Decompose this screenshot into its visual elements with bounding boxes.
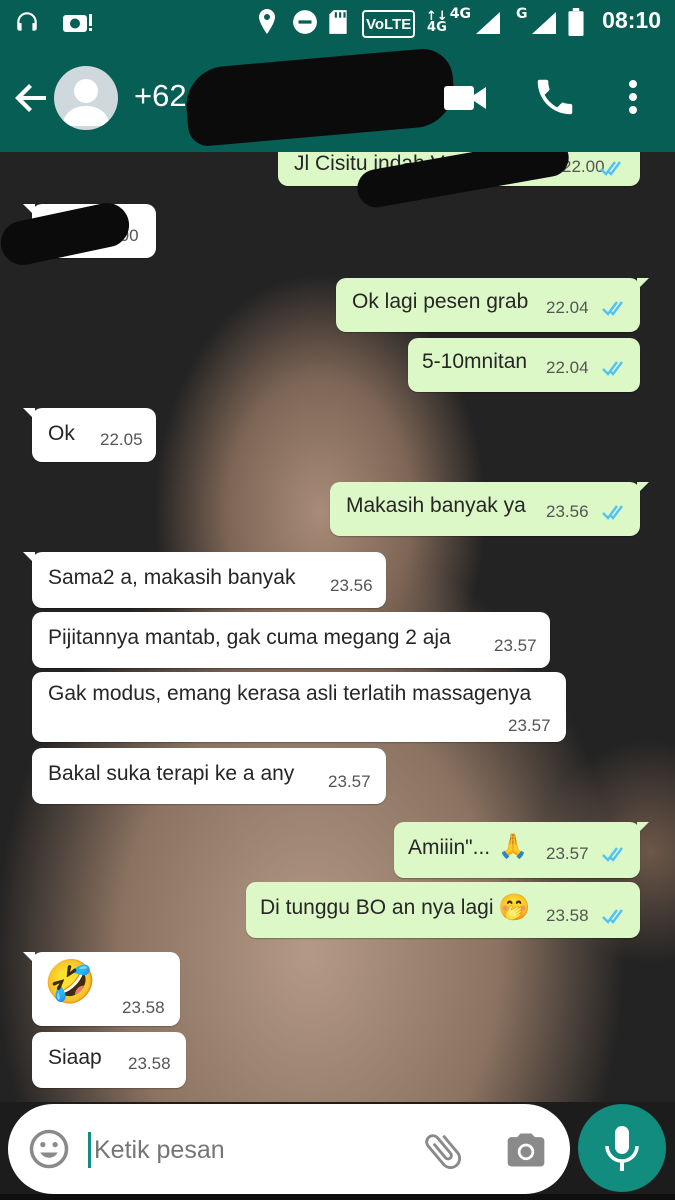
message-text: 5-10mnitan <box>422 350 528 373</box>
attach-button[interactable] <box>420 1128 466 1174</box>
location-icon <box>256 8 278 36</box>
rolling-on-floor-laughing-emoji: 🤣 <box>44 958 97 1005</box>
emoji-button[interactable] <box>28 1128 70 1170</box>
read-receipt-icon <box>602 505 623 520</box>
video-call-icon <box>444 86 486 110</box>
back-arrow-icon <box>15 84 46 112</box>
message-incoming[interactable]: 🤣 23.58 <box>23 952 180 1026</box>
do-not-disturb-icon <box>292 8 318 36</box>
more-options-button[interactable] <box>616 74 650 120</box>
message-input[interactable] <box>90 1130 394 1170</box>
message-outgoing[interactable]: 5-10mnitan 22.04 <box>408 338 640 392</box>
more-vert-icon <box>629 80 637 114</box>
battery-icon <box>568 8 584 36</box>
message-incoming[interactable]: Ok 22.05 <box>23 408 156 462</box>
message-time: 23.57 <box>508 716 551 735</box>
camera-notification-icon <box>62 8 94 36</box>
video-call-button[interactable] <box>442 78 488 118</box>
message-time: 22.04 <box>546 298 589 317</box>
message-outgoing[interactable]: Di tunggu BO an nya lagi 🤭 23.58 <box>246 882 640 938</box>
message-text: Bakal suka terapi ke a any <box>48 762 295 785</box>
message-incoming[interactable]: Siaap 23.58 <box>32 1032 186 1088</box>
read-receipt-icon <box>602 909 623 924</box>
message-time: 23.58 <box>546 906 589 925</box>
message-text: Siaap <box>48 1046 102 1069</box>
sd-card-icon <box>328 8 348 36</box>
status-bar: VoLTE ↑↓ 4G 4G G 08:10 <box>0 0 675 44</box>
message-text: Amiiin"... <box>408 836 491 859</box>
message-outgoing[interactable]: Makasih banyak ya 23.56 <box>330 482 649 536</box>
message-time: 23.57 <box>328 772 371 791</box>
message-composer <box>8 1104 570 1194</box>
headset-icon <box>14 8 40 36</box>
camera-icon <box>507 1133 545 1167</box>
message-text: Ok lagi pesen grab <box>352 290 529 313</box>
message-incoming[interactable]: Pijitannya mantab, gak cuma megang 2 aja… <box>32 612 550 668</box>
praying-hands-emoji: 🙏 <box>498 833 528 860</box>
message-text: Di tunggu BO an nya lagi <box>260 896 494 919</box>
message-text: Pijitannya mantab, gak cuma megang 2 aja <box>48 626 451 649</box>
message-time: 23.58 <box>122 998 165 1017</box>
message-outgoing[interactable]: Amiiin"... 🙏 23.57 <box>394 822 649 878</box>
message-time: 23.57 <box>546 844 589 863</box>
camera-button[interactable] <box>504 1128 548 1172</box>
read-receipt-icon <box>602 847 623 862</box>
read-receipt-icon <box>602 301 623 316</box>
redaction-mark <box>183 46 457 148</box>
message-time: 22.05 <box>100 430 143 449</box>
message-incoming[interactable]: Bakal suka terapi ke a any 23.57 <box>32 748 386 804</box>
voice-call-button[interactable] <box>532 74 578 120</box>
voice-message-button[interactable] <box>578 1104 666 1192</box>
message-time: 23.56 <box>546 502 589 521</box>
volte-icon: VoLTE <box>362 10 416 38</box>
message-incoming[interactable]: Gak modus, emang kerasa asli terlatih ma… <box>32 672 566 742</box>
avatar-icon <box>62 79 110 126</box>
bottom-edge <box>0 1194 675 1200</box>
message-text: Makasih banyak ya <box>346 494 526 517</box>
attach-icon <box>425 1134 462 1169</box>
message-text: Sama2 a, makasih banyak <box>48 566 296 589</box>
signal-g-icon: G <box>514 6 558 36</box>
emoji-icon <box>29 1129 69 1169</box>
signal-4g-icon: ↑↓ 4G 4G <box>426 6 502 36</box>
message-text: Ok <box>48 422 75 445</box>
avatar[interactable] <box>54 66 118 130</box>
chat-header: +62 857 6070 43... <box>0 44 675 152</box>
mic-icon <box>605 1126 639 1171</box>
back-button[interactable] <box>10 76 54 120</box>
message-time: 22.04 <box>546 358 589 377</box>
message-incoming[interactable]: Sama2 a, makasih banyak 23.56 <box>23 552 386 608</box>
message-time: 23.56 <box>330 576 373 595</box>
message-text: Gak modus, emang kerasa asli terlatih ma… <box>48 682 532 705</box>
clock: 08:10 <box>602 7 661 33</box>
chat-area[interactable]: Jl Cisitu indah V ... 22.00 22.00 Ok lag… <box>0 152 675 1102</box>
face-with-hand-over-mouth-emoji: 🤭 <box>498 892 531 922</box>
message-time: 23.58 <box>128 1054 171 1073</box>
message-time: 23.57 <box>494 636 537 655</box>
message-outgoing[interactable]: Ok lagi pesen grab 22.04 <box>336 278 649 332</box>
read-receipt-icon <box>602 361 623 376</box>
read-receipt-icon <box>600 161 621 176</box>
phone-icon <box>537 79 573 115</box>
